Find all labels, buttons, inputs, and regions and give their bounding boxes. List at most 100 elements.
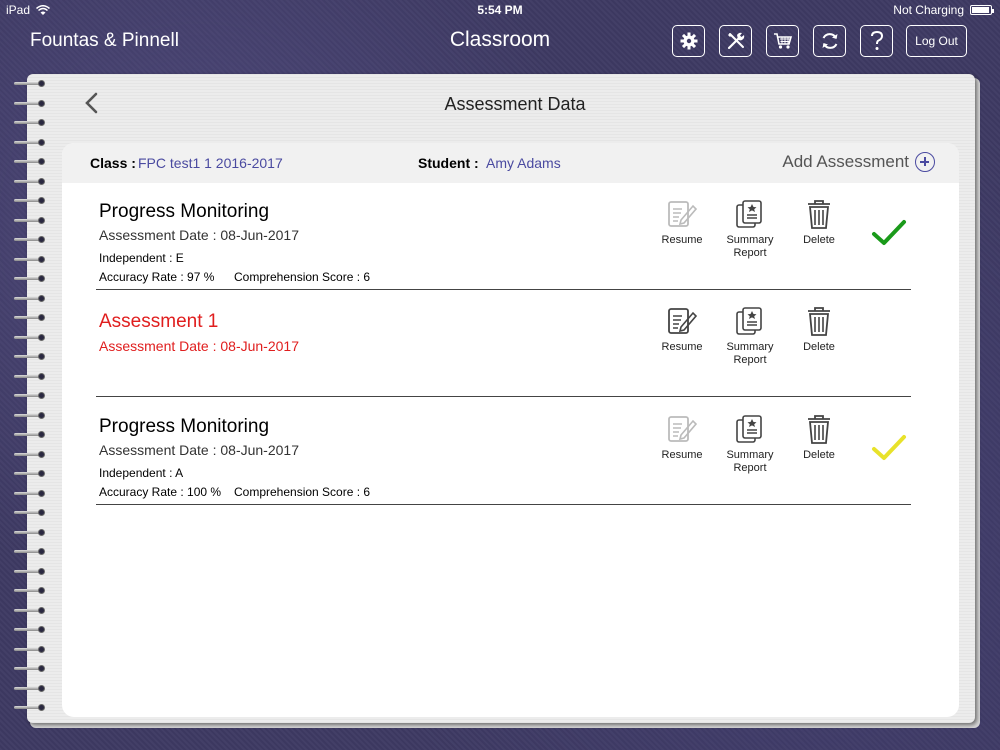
tools-icon — [727, 32, 744, 50]
assessment-title: Assessment 1 — [99, 311, 219, 332]
resume-label: Resume — [661, 234, 703, 246]
summary-label: Summary — [726, 234, 774, 246]
independent-level: Independent : E — [99, 251, 184, 265]
spiral-ring — [10, 392, 46, 399]
assessment-title: Progress Monitoring — [99, 201, 270, 222]
tools-button[interactable] — [719, 25, 752, 57]
assessment-row: Progress Monitoring Assessment Date : 08… — [96, 183, 911, 290]
student-value: Amy Adams — [486, 155, 561, 171]
assessment-title: Progress Monitoring — [99, 416, 270, 437]
page-title: Assessment Data — [444, 94, 586, 114]
class-label: Class : — [90, 155, 136, 171]
assessment-card: Class : FPC test1 1 2016-2017 Student : … — [62, 143, 959, 717]
delete-button[interactable]: Delete — [789, 305, 849, 354]
charging-status: Not Charging — [893, 3, 964, 17]
gear-icon — [680, 32, 697, 50]
logout-button[interactable]: Log Out — [906, 25, 967, 57]
trash-icon — [808, 415, 830, 444]
spiral-ring — [10, 158, 46, 165]
delete-label: Delete — [803, 449, 835, 461]
summary-label: Summary — [726, 449, 774, 461]
add-assessment-label: Add Assessment — [782, 152, 909, 171]
spiral-ring — [10, 353, 46, 360]
edit-document-icon — [668, 201, 698, 227]
class-value: FPC test1 1 2016-2017 — [138, 155, 283, 171]
plus-circle-icon — [915, 152, 935, 172]
spiral-ring — [10, 626, 46, 633]
battery-icon — [970, 5, 994, 15]
spiral-ring — [10, 645, 46, 653]
spiral-ring — [10, 236, 46, 243]
spiral-ring — [10, 216, 46, 224]
spiral-ring — [10, 177, 46, 185]
spiral-ring — [10, 372, 46, 380]
spiral-ring — [10, 431, 46, 438]
cart-icon — [773, 33, 792, 49]
spiral-ring — [10, 275, 46, 282]
assessment-date: Assessment Date : 08-Jun-2017 — [99, 338, 299, 354]
spiral-ring — [10, 411, 46, 419]
spiral-ring — [10, 333, 46, 341]
spiral-ring — [10, 80, 46, 87]
resume-button[interactable]: Resume — [652, 413, 712, 462]
assessment-date: Assessment Date : 08-Jun-2017 — [99, 227, 299, 243]
status-time: 5:54 PM — [477, 3, 523, 17]
report-icon — [736, 200, 762, 228]
spiral-binding — [10, 80, 46, 730]
spiral-ring — [10, 138, 46, 146]
resume-label: Resume — [661, 341, 703, 353]
spiral-ring — [10, 119, 46, 126]
independent-level: Independent : A — [99, 466, 184, 480]
summary-report-button[interactable]: Summary Report — [720, 305, 780, 367]
spiral-ring — [10, 489, 46, 497]
student-label: Student : — [418, 155, 479, 171]
summary-report-button[interactable]: Summary Report — [720, 198, 780, 260]
toolbar — [672, 25, 893, 57]
cart-button[interactable] — [766, 25, 799, 57]
accuracy-rate: Accuracy Rate : 100 % — [99, 485, 222, 499]
question-icon — [870, 30, 883, 50]
spiral-ring — [10, 197, 46, 204]
checkmark-icon — [872, 435, 906, 460]
spiral-ring — [10, 470, 46, 477]
delete-button[interactable]: Delete — [789, 198, 849, 247]
accuracy-rate: Accuracy Rate : 97 % — [99, 270, 215, 284]
assessment-date: Assessment Date : 08-Jun-2017 — [99, 442, 299, 458]
assessment-row: Assessment 1 Assessment Date : 08-Jun-20… — [96, 290, 911, 397]
trash-icon — [808, 200, 830, 229]
spiral-ring — [10, 665, 46, 672]
report-label: Report — [733, 247, 767, 259]
delete-button[interactable]: Delete — [789, 413, 849, 462]
report-icon — [736, 307, 762, 335]
sync-button[interactable] — [813, 25, 846, 57]
add-assessment-button[interactable]: Add Assessment — [782, 152, 935, 172]
refresh-icon — [822, 33, 837, 49]
edit-document-icon — [668, 308, 698, 334]
spiral-ring — [10, 294, 46, 302]
spiral-ring — [10, 528, 46, 536]
spiral-ring — [10, 704, 46, 711]
spiral-ring — [10, 509, 46, 516]
class-bar: Class : FPC test1 1 2016-2017 Student : … — [62, 143, 959, 183]
trash-icon — [808, 307, 830, 336]
help-button[interactable] — [860, 25, 893, 57]
summary-report-button[interactable]: Summary Report — [720, 413, 780, 475]
resume-button[interactable]: Resume — [652, 198, 712, 247]
status-bar: iPad 5:54 PM Not Charging — [0, 0, 1000, 20]
spiral-ring — [10, 548, 46, 555]
report-label: Report — [733, 462, 767, 474]
edit-document-icon — [668, 416, 698, 442]
spiral-ring — [10, 255, 46, 263]
spiral-ring — [10, 450, 46, 458]
assessment-row: Progress Monitoring Assessment Date : 08… — [96, 398, 911, 505]
delete-label: Delete — [803, 341, 835, 353]
report-label: Report — [733, 354, 767, 366]
comprehension-score: Comprehension Score : 6 — [234, 270, 371, 284]
delete-label: Delete — [803, 234, 835, 246]
report-icon — [736, 415, 762, 443]
summary-label: Summary — [726, 341, 774, 353]
resume-button[interactable]: Resume — [652, 305, 712, 354]
spiral-ring — [10, 684, 46, 692]
spiral-ring — [10, 314, 46, 321]
settings-button[interactable] — [672, 25, 705, 57]
